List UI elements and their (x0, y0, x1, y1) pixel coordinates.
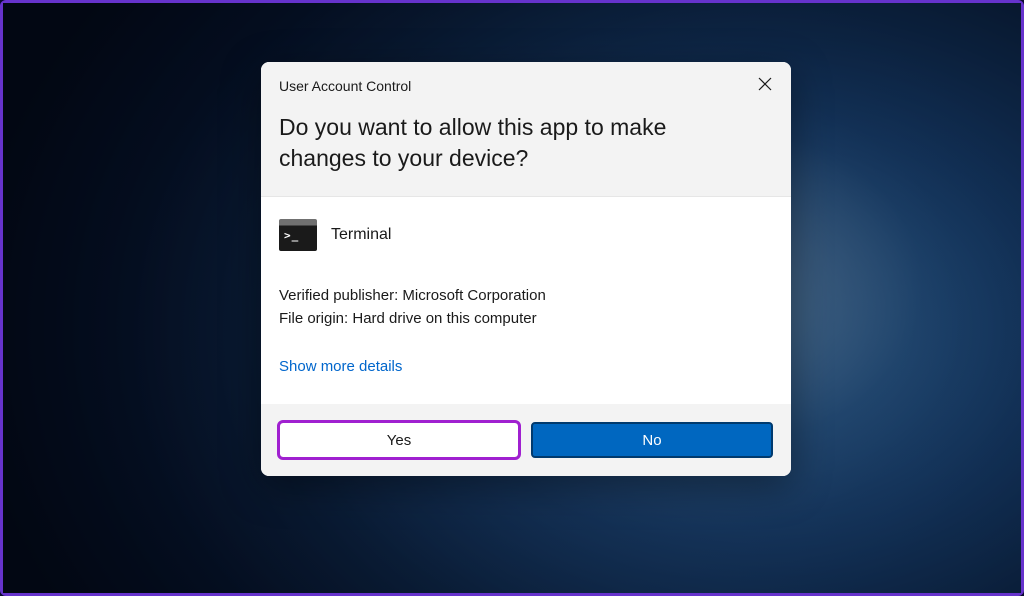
dialog-footer: Yes No (261, 404, 791, 476)
origin-line: File origin: Hard drive on this computer (279, 308, 773, 331)
close-button[interactable] (753, 72, 777, 96)
uac-dialog: User Account Control Do you want to allo… (261, 62, 791, 476)
yes-button[interactable]: Yes (279, 422, 519, 458)
app-info-row: Terminal (279, 219, 773, 251)
publisher-line: Verified publisher: Microsoft Corporatio… (279, 285, 773, 308)
dialog-title: User Account Control (279, 78, 773, 94)
show-more-details-link[interactable]: Show more details (279, 358, 402, 375)
no-button[interactable]: No (531, 422, 773, 458)
dialog-body: Terminal Verified publisher: Microsoft C… (261, 197, 791, 404)
publisher-info: Verified publisher: Microsoft Corporatio… (279, 285, 773, 330)
app-name: Terminal (331, 226, 391, 244)
dialog-header: User Account Control Do you want to allo… (261, 62, 791, 197)
terminal-icon (279, 219, 317, 251)
dialog-question: Do you want to allow this app to make ch… (279, 112, 773, 174)
close-icon (758, 77, 772, 91)
